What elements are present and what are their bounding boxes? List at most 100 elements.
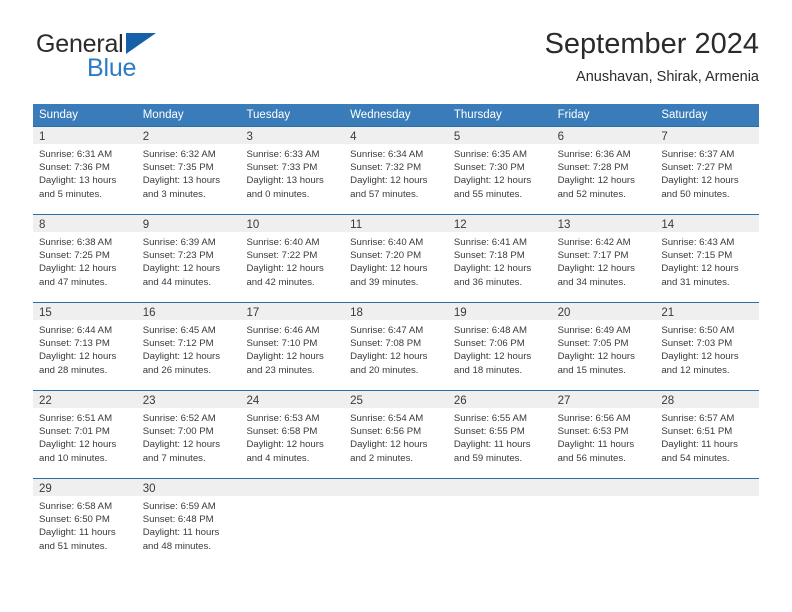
day-cell-9[interactable]: 9 Sunrise: 6:39 AM Sunset: 7:23 PM Daylight… xyxy=(136,215,241,302)
day-cell-22[interactable]: 22 Sunrise: 6:51 AM Sunset: 7:01 PM Dayligh… xyxy=(33,391,137,478)
day-detail-line: Daylight: 12 hours xyxy=(661,175,739,187)
day-cell-10[interactable]: 10 Sunrise: 6:40 AM Sunset: 7:22 PM Dayligh… xyxy=(240,215,345,302)
day-detail-line: Daylight: 13 hours xyxy=(39,175,117,187)
day-detail-line: Sunset: 7:13 PM xyxy=(39,338,110,350)
day-cell-15[interactable]: 15 Sunrise: 6:44 AM Sunset: 7:13 PM Dayligh… xyxy=(33,303,137,390)
day-cell-29[interactable]: 29 Sunrise: 6:58 AM Sunset: 6:50 PM Dayligh… xyxy=(33,479,137,568)
day-details: Sunrise: 6:53 AM Sunset: 6:58 PM Daylight:… xyxy=(240,408,344,465)
day-detail-line: and 31 minutes. xyxy=(661,276,730,288)
day-number-band: 29 xyxy=(33,479,137,496)
day-details xyxy=(655,496,759,500)
day-cell-23[interactable]: 23 Sunrise: 6:52 AM Sunset: 7:00 PM Dayligh… xyxy=(136,391,241,478)
day-cell-24[interactable]: 24 Sunrise: 6:53 AM Sunset: 6:58 PM Dayligh… xyxy=(240,391,345,478)
day-number-band: 12 xyxy=(447,215,552,232)
day-number-band xyxy=(344,479,448,496)
day-number-band: 25 xyxy=(344,391,448,408)
day-number: 8 xyxy=(39,219,46,231)
day-detail-line: Daylight: 12 hours xyxy=(39,439,117,451)
day-cell-28[interactable]: 28 Sunrise: 6:57 AM Sunset: 6:51 PM Dayligh… xyxy=(655,391,760,478)
day-detail-line: Daylight: 11 hours xyxy=(39,527,116,539)
day-detail-line: Daylight: 12 hours xyxy=(39,351,117,363)
day-number: 5 xyxy=(453,131,461,143)
day-detail-line: Daylight: 12 hours xyxy=(350,351,428,363)
day-detail-line: Sunrise: 6:39 AM xyxy=(142,237,216,248)
day-detail-line: Daylight: 12 hours xyxy=(142,351,221,363)
day-detail-line: Sunset: 7:20 PM xyxy=(350,250,422,262)
day-detail-line: Sunrise: 6:32 AM xyxy=(142,149,216,160)
day-cell-5[interactable]: 5 Sunrise: 6:35 AM Sunset: 7:30 PM Daylight… xyxy=(447,127,552,214)
general-blue-logo: General Blue xyxy=(33,30,253,86)
day-detail-line: Sunset: 7:15 PM xyxy=(661,250,733,262)
day-number-band: 27 xyxy=(551,391,656,408)
day-cell-17[interactable]: 17 Sunrise: 6:46 AM Sunset: 7:10 PM Dayligh… xyxy=(240,303,345,390)
day-number: 21 xyxy=(661,307,675,319)
day-cell-20[interactable]: 20 Sunrise: 6:49 AM Sunset: 7:05 PM Dayligh… xyxy=(551,303,656,390)
day-detail-line: Sunset: 7:32 PM xyxy=(350,162,422,174)
day-detail-line: Sunrise: 6:31 AM xyxy=(39,149,113,160)
day-detail-line: Daylight: 12 hours xyxy=(557,175,635,187)
day-cell-27[interactable]: 27 Sunrise: 6:56 AM Sunset: 6:53 PM Dayligh… xyxy=(551,391,656,478)
day-detail-line: Sunrise: 6:59 AM xyxy=(142,501,216,512)
day-cell-3[interactable]: 3 Sunrise: 6:33 AM Sunset: 7:33 PM Daylight… xyxy=(240,127,345,214)
day-details: Sunrise: 6:42 AM Sunset: 7:17 PM Daylight:… xyxy=(552,232,656,289)
day-detail-line: Sunrise: 6:46 AM xyxy=(246,325,320,336)
day-detail-line: and 23 minutes. xyxy=(246,364,315,376)
day-detail-line: Daylight: 12 hours xyxy=(350,439,428,451)
weekday-header-saturday: Saturday xyxy=(661,109,708,121)
day-number-band: 20 xyxy=(551,303,656,320)
day-detail-line: Daylight: 13 hours xyxy=(246,175,324,187)
day-detail-line: Sunrise: 6:50 AM xyxy=(661,325,735,336)
day-cell-8[interactable]: 8 Sunrise: 6:38 AM Sunset: 7:25 PM Daylight… xyxy=(33,215,137,302)
day-details: Sunrise: 6:40 AM Sunset: 7:20 PM Daylight:… xyxy=(344,232,448,289)
day-number: 16 xyxy=(142,307,156,319)
day-detail-line: and 48 minutes. xyxy=(142,540,211,552)
day-detail-line: Daylight: 11 hours xyxy=(142,527,220,539)
day-cell-30[interactable]: 30 Sunrise: 6:59 AM Sunset: 6:48 PM Dayligh… xyxy=(136,479,241,568)
day-number-band xyxy=(447,479,552,496)
day-cell-empty xyxy=(655,479,760,568)
day-number: 19 xyxy=(453,307,467,319)
day-details: Sunrise: 6:48 AM Sunset: 7:06 PM Daylight:… xyxy=(448,320,552,377)
day-detail-line: Daylight: 12 hours xyxy=(661,263,739,275)
day-detail-line: and 3 minutes. xyxy=(142,188,206,200)
day-number: 10 xyxy=(246,219,260,231)
day-detail-line: Sunrise: 6:52 AM xyxy=(142,413,216,424)
day-detail-line: Daylight: 12 hours xyxy=(142,439,221,451)
day-cell-26[interactable]: 26 Sunrise: 6:55 AM Sunset: 6:55 PM Dayligh… xyxy=(447,391,552,478)
day-detail-line: and 44 minutes. xyxy=(142,276,211,288)
day-detail-line: Daylight: 12 hours xyxy=(557,263,635,275)
day-cell-4[interactable]: 4 Sunrise: 6:34 AM Sunset: 7:32 PM Daylight… xyxy=(344,127,448,214)
day-cell-18[interactable]: 18 Sunrise: 6:47 AM Sunset: 7:08 PM Dayligh… xyxy=(344,303,448,390)
day-details xyxy=(344,496,448,500)
day-number-band: 8 xyxy=(33,215,137,232)
day-number-band: 24 xyxy=(240,391,345,408)
day-details xyxy=(552,496,656,500)
day-cell-21[interactable]: 21 Sunrise: 6:50 AM Sunset: 7:03 PM Dayligh… xyxy=(655,303,760,390)
day-cell-6[interactable]: 6 Sunrise: 6:36 AM Sunset: 7:28 PM Daylight… xyxy=(551,127,656,214)
day-detail-line: and 2 minutes. xyxy=(350,452,414,464)
day-cell-19[interactable]: 19 Sunrise: 6:48 AM Sunset: 7:06 PM Dayligh… xyxy=(447,303,552,390)
day-cell-empty xyxy=(447,479,552,568)
day-detail-line: and 55 minutes. xyxy=(453,188,523,200)
day-number: 6 xyxy=(557,131,564,143)
day-details: Sunrise: 6:40 AM Sunset: 7:22 PM Daylight:… xyxy=(240,232,344,289)
day-detail-line: Sunset: 7:18 PM xyxy=(453,250,525,262)
day-detail-line: Sunset: 7:10 PM xyxy=(246,338,318,350)
day-detail-line: Daylight: 12 hours xyxy=(246,351,324,363)
day-number: 9 xyxy=(142,219,150,231)
day-detail-line: Sunrise: 6:54 AM xyxy=(350,413,424,424)
day-cell-13[interactable]: 13 Sunrise: 6:42 AM Sunset: 7:17 PM Dayligh… xyxy=(551,215,656,302)
day-cell-25[interactable]: 25 Sunrise: 6:54 AM Sunset: 6:56 PM Dayligh… xyxy=(344,391,448,478)
day-details: Sunrise: 6:33 AM Sunset: 7:33 PM Daylight:… xyxy=(240,144,344,201)
calendar-week-row: 29 Sunrise: 6:58 AM Sunset: 6:50 PM Dayligh… xyxy=(33,478,760,568)
day-cell-2[interactable]: 2 Sunrise: 6:32 AM Sunset: 7:35 PM Daylight… xyxy=(136,127,241,214)
day-cell-7[interactable]: 7 Sunrise: 6:37 AM Sunset: 7:27 PM Daylight… xyxy=(655,127,760,214)
day-cell-12[interactable]: 12 Sunrise: 6:41 AM Sunset: 7:18 PM Dayligh… xyxy=(447,215,552,302)
day-number-band: 17 xyxy=(240,303,345,320)
day-number-band: 7 xyxy=(655,127,760,144)
day-number-band: 19 xyxy=(447,303,552,320)
day-cell-16[interactable]: 16 Sunrise: 6:45 AM Sunset: 7:12 PM Dayligh… xyxy=(136,303,241,390)
day-cell-14[interactable]: 14 Sunrise: 6:43 AM Sunset: 7:15 PM Dayligh… xyxy=(655,215,760,302)
day-cell-11[interactable]: 11 Sunrise: 6:40 AM Sunset: 7:20 PM Dayligh… xyxy=(344,215,448,302)
day-cell-1[interactable]: 1 Sunrise: 6:31 AM Sunset: 7:36 PM Daylight… xyxy=(33,127,137,214)
